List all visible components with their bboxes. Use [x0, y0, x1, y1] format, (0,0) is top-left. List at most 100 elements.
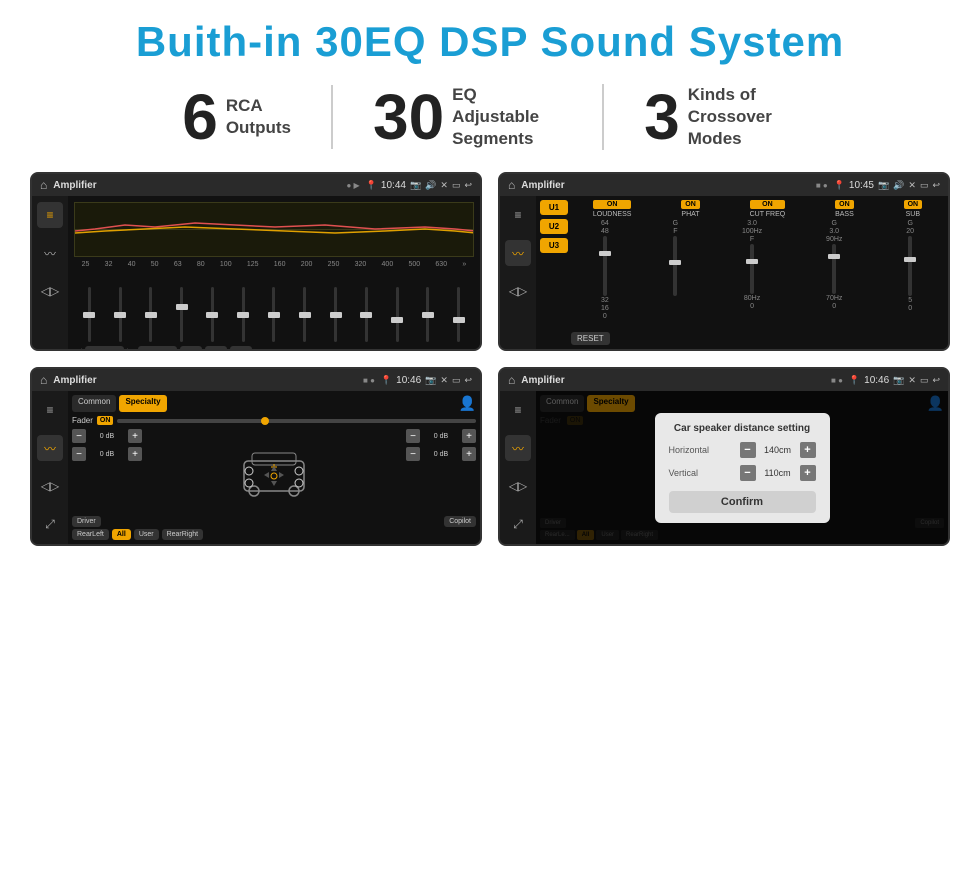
sub-label: SUB	[904, 211, 923, 218]
u3-btn[interactable]: U3	[540, 238, 568, 253]
eq-slider-3[interactable]	[142, 287, 160, 342]
cutfreq-label: CUT FREQ	[750, 211, 786, 218]
wave-icon-3[interactable]: 〰	[37, 435, 63, 461]
home-icon-2[interactable]: ⌂	[508, 178, 515, 192]
horizontal-minus[interactable]: −	[740, 442, 756, 458]
driver-btn[interactable]: Driver	[72, 516, 101, 527]
db-minus-4[interactable]: −	[406, 447, 420, 461]
eq-slider-7[interactable]	[265, 287, 283, 342]
speaker-icon-4[interactable]: ◁▷	[505, 473, 531, 499]
db-ctrl-4: − 0 dB +	[406, 447, 476, 461]
fader-bottom-btns: Driver Copilot	[72, 516, 476, 527]
screen1-content: ≡ 〰 ◁▷	[32, 196, 480, 349]
eq-prev-btn[interactable]: ◀	[74, 347, 82, 351]
home-icon-4[interactable]: ⌂	[508, 373, 515, 387]
db-plus-2[interactable]: +	[128, 447, 142, 461]
tab-common[interactable]: Common	[72, 395, 116, 412]
db-minus-1[interactable]: −	[72, 429, 86, 443]
expand-icon-3[interactable]: ⤢	[37, 511, 63, 537]
user-btn[interactable]: User	[134, 529, 159, 540]
horizontal-plus[interactable]: +	[800, 442, 816, 458]
amp-sliders-area: 64 48 32 16 0 G	[571, 220, 944, 328]
cutfreq-on[interactable]: ON	[750, 200, 786, 209]
ch-bass-slider[interactable]	[832, 244, 836, 294]
screen-fader: ⌂ Amplifier ■ ● 📍 10:46 📷 ✕ ▭ ↩ ≡	[30, 367, 482, 546]
car-diagram	[146, 429, 402, 513]
db-plus-1[interactable]: +	[128, 429, 142, 443]
home-icon-1[interactable]: ⌂	[40, 178, 47, 192]
phat-label: PHAT	[681, 211, 700, 218]
ch-phat-slider[interactable]	[673, 236, 677, 296]
eq-slider-1[interactable]	[80, 287, 98, 342]
ch-cutfreq-slider[interactable]	[750, 244, 754, 294]
eq-slider-10[interactable]	[357, 287, 375, 342]
profile-icon[interactable]: 👤	[459, 395, 476, 412]
ch-sub-slider[interactable]	[908, 236, 912, 296]
db-plus-3[interactable]: +	[462, 429, 476, 443]
eq-icon-3[interactable]: ≡	[37, 397, 63, 423]
freq-32: 32	[105, 261, 113, 268]
vertical-minus[interactable]: −	[740, 465, 756, 481]
dialog-title: Car speaker distance setting	[669, 423, 816, 434]
db-minus-3[interactable]: −	[406, 429, 420, 443]
speaker-icon-2[interactable]: ◁▷	[505, 278, 531, 304]
eq-slider-11[interactable]	[388, 287, 406, 342]
eq-slider-4[interactable]	[173, 287, 191, 342]
eq-slider-9[interactable]	[327, 287, 345, 342]
status-icons-3: 📍 10:46 📷 ✕ ▭ ↩	[381, 375, 472, 386]
db-value-3: 0 dB	[422, 433, 460, 440]
dialog-overlay: Car speaker distance setting Horizontal …	[536, 391, 948, 544]
loudness-on[interactable]: ON	[593, 200, 632, 209]
eq-icon-4[interactable]: ≡	[505, 397, 531, 423]
sub-on[interactable]: ON	[904, 200, 923, 209]
rearleft-btn[interactable]: RearLeft	[72, 529, 109, 540]
amp-reset-btn[interactable]: RESET	[571, 332, 610, 345]
back-icon-3: ↩	[464, 375, 472, 386]
eq-slider-13[interactable]	[450, 287, 468, 342]
confirm-btn[interactable]: Confirm	[669, 491, 816, 513]
bass-on[interactable]: ON	[835, 200, 854, 209]
u1-btn[interactable]: U1	[540, 200, 568, 215]
speaker-icon-3[interactable]: ◁▷	[37, 473, 63, 499]
db-value-2: 0 dB	[88, 451, 126, 458]
all-btn[interactable]: All	[112, 529, 131, 540]
u2-btn[interactable]: U2	[540, 219, 568, 234]
rearright-btn[interactable]: RearRight	[162, 529, 204, 540]
screen3-content: ≡ 〰 ◁▷ ⤢ Common Specialty 👤	[32, 391, 480, 544]
eq-slider-8[interactable]	[296, 287, 314, 342]
eq-custom-btn[interactable]: Custom	[85, 346, 125, 351]
eq-u2-btn[interactable]: U2	[205, 346, 227, 351]
time-3: 10:46	[396, 375, 421, 386]
eq-icon[interactable]: ≡	[37, 202, 63, 228]
eq-slider-6[interactable]	[234, 287, 252, 342]
ch-loudness-slider[interactable]	[603, 236, 607, 296]
home-icon-3[interactable]: ⌂	[40, 373, 47, 387]
eq-slider-2[interactable]	[111, 287, 129, 342]
eq-u1-btn[interactable]: U1	[180, 346, 202, 351]
copilot-btn[interactable]: Copilot	[444, 516, 476, 527]
eq-play-btn[interactable]: ▶	[127, 347, 135, 351]
wave-icon[interactable]: 〰	[37, 240, 63, 266]
freq-160: 160	[274, 261, 286, 268]
db-plus-4[interactable]: +	[462, 447, 476, 461]
eq-icon-2[interactable]: ≡	[505, 202, 531, 228]
eq-slider-5[interactable]	[203, 287, 221, 342]
wave-icon-4[interactable]: 〰	[505, 435, 531, 461]
x-icon-4: ✕	[908, 375, 916, 386]
vertical-plus[interactable]: +	[800, 465, 816, 481]
ch-cutfreq: 3.0 100Hz F 80Hz 0	[742, 220, 762, 328]
eq-slider-12[interactable]	[419, 287, 437, 342]
phat-on[interactable]: ON	[681, 200, 700, 209]
tab-specialty[interactable]: Specialty	[119, 395, 166, 412]
expand-icon-4[interactable]: ⤢	[505, 511, 531, 537]
fader-thumb[interactable]	[261, 417, 269, 425]
screen-eq: ⌂ Amplifier ● ▶ 📍 10:44 📷 🔊 ✕ ▭ ↩	[30, 172, 482, 351]
eq-u3-btn[interactable]: U3	[230, 346, 252, 351]
fader-slider[interactable]	[117, 419, 476, 423]
db-minus-2[interactable]: −	[72, 447, 86, 461]
speaker-icon[interactable]: ◁▷	[37, 278, 63, 304]
wave-icon-2[interactable]: 〰	[505, 240, 531, 266]
time-1: 10:44	[381, 180, 406, 191]
eq-reset-btn[interactable]: RESET	[138, 346, 177, 351]
fader-on-badge[interactable]: ON	[97, 416, 114, 425]
